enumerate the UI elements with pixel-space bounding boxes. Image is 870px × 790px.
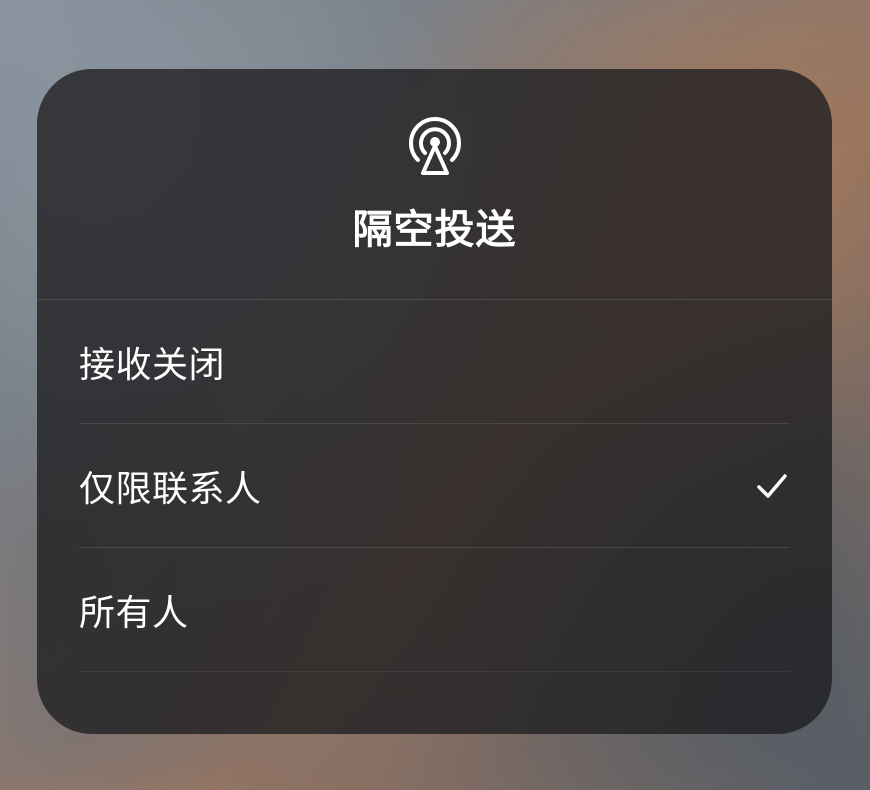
options-list: 接收关闭 仅限联系人 所有人 (37, 300, 832, 672)
option-everyone[interactable]: 所有人 (79, 548, 790, 672)
option-label: 所有人 (79, 584, 189, 636)
option-contacts-only[interactable]: 仅限联系人 (79, 424, 790, 548)
airdrop-icon (402, 113, 468, 179)
panel-title: 隔空投送 (353, 197, 517, 255)
option-label: 接收关闭 (79, 336, 225, 388)
option-receiving-off[interactable]: 接收关闭 (79, 300, 790, 424)
check-icon (754, 468, 790, 504)
panel-header: 隔空投送 (37, 69, 832, 300)
airdrop-panel: 隔空投送 接收关闭 仅限联系人 所有人 (37, 69, 832, 734)
option-label: 仅限联系人 (79, 460, 262, 512)
